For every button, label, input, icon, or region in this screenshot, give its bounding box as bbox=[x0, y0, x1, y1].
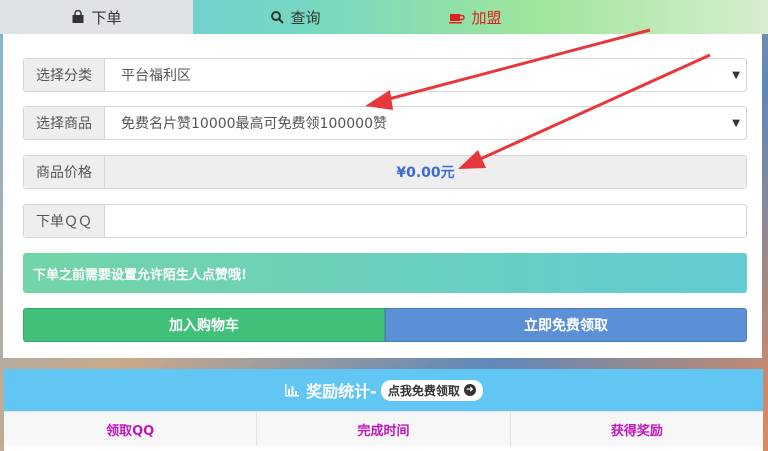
category-select[interactable]: 平台福利区 ▼ bbox=[105, 59, 746, 91]
price-label: 商品价格 bbox=[24, 156, 105, 188]
category-label: 选择分类 bbox=[24, 59, 105, 91]
qq-label: 下单ＱＱ bbox=[24, 205, 105, 237]
product-select-row[interactable]: 选择商品 免费名片赞10000最高可免费领100000赞 ▼ bbox=[23, 106, 747, 140]
product-value: 免费名片赞10000最高可免费领100000赞 bbox=[121, 116, 387, 132]
tab-join[interactable]: 加盟 bbox=[398, 0, 553, 34]
coffee-cup-icon bbox=[449, 10, 466, 24]
top-tab-bar: 下单 查询 加盟 bbox=[0, 0, 768, 34]
column-header-time: 完成时间 bbox=[257, 412, 511, 446]
reward-stats-columns: 领取QQ 完成时间 获得奖励 bbox=[4, 411, 763, 446]
order-form-panel: 选择分类 平台福利区 ▼ 选择商品 免费名片赞10000最高可免费领100000… bbox=[3, 34, 762, 358]
price-value: ¥0.00元 bbox=[105, 156, 746, 188]
category-value: 平台福利区 bbox=[121, 68, 191, 84]
tab-order[interactable]: 下单 bbox=[0, 0, 193, 34]
tab-query-label: 查询 bbox=[290, 8, 321, 27]
free-claim-pill-label: 点我免费领取 bbox=[387, 383, 460, 398]
qq-input[interactable] bbox=[105, 205, 746, 237]
reward-stats-panel: 奖励统计- 点我免费领取 ➜ 领取QQ 完成时间 获得奖励 bbox=[4, 369, 763, 451]
arrow-right-icon: ➜ bbox=[463, 384, 476, 396]
column-header-qq: 领取QQ bbox=[4, 412, 258, 446]
tab-order-label: 下单 bbox=[91, 8, 122, 27]
qq-input-row[interactable]: 下单ＱＱ bbox=[23, 204, 747, 238]
caret-down-icon: ▼ bbox=[732, 70, 740, 81]
category-select-row[interactable]: 选择分类 平台福利区 ▼ bbox=[23, 58, 747, 92]
free-claim-pill[interactable]: 点我免费领取 ➜ bbox=[380, 379, 483, 401]
add-to-cart-button[interactable]: 加入购物车 bbox=[23, 308, 385, 342]
tab-join-label: 加盟 bbox=[471, 8, 502, 27]
product-label: 选择商品 bbox=[24, 107, 105, 139]
column-header-reward: 获得奖励 bbox=[510, 412, 763, 446]
shopping-bag-icon bbox=[71, 10, 85, 24]
reward-stats-title: 奖励统计- bbox=[306, 382, 377, 401]
reward-stats-header: 奖励统计- 点我免费领取 ➜ bbox=[4, 369, 763, 411]
product-select[interactable]: 免费名片赞10000最高可免费领100000赞 ▼ bbox=[105, 107, 746, 139]
notice-banner: 下单之前需要设置允许陌生人点赞哦! bbox=[23, 253, 747, 293]
caret-down-icon: ▼ bbox=[732, 118, 740, 129]
price-row: 商品价格 ¥0.00元 bbox=[23, 155, 747, 189]
bar-chart-icon bbox=[284, 383, 300, 397]
claim-free-button[interactable]: 立即免费领取 bbox=[385, 308, 747, 342]
search-icon bbox=[270, 10, 285, 24]
tab-query[interactable]: 查询 bbox=[193, 0, 398, 34]
